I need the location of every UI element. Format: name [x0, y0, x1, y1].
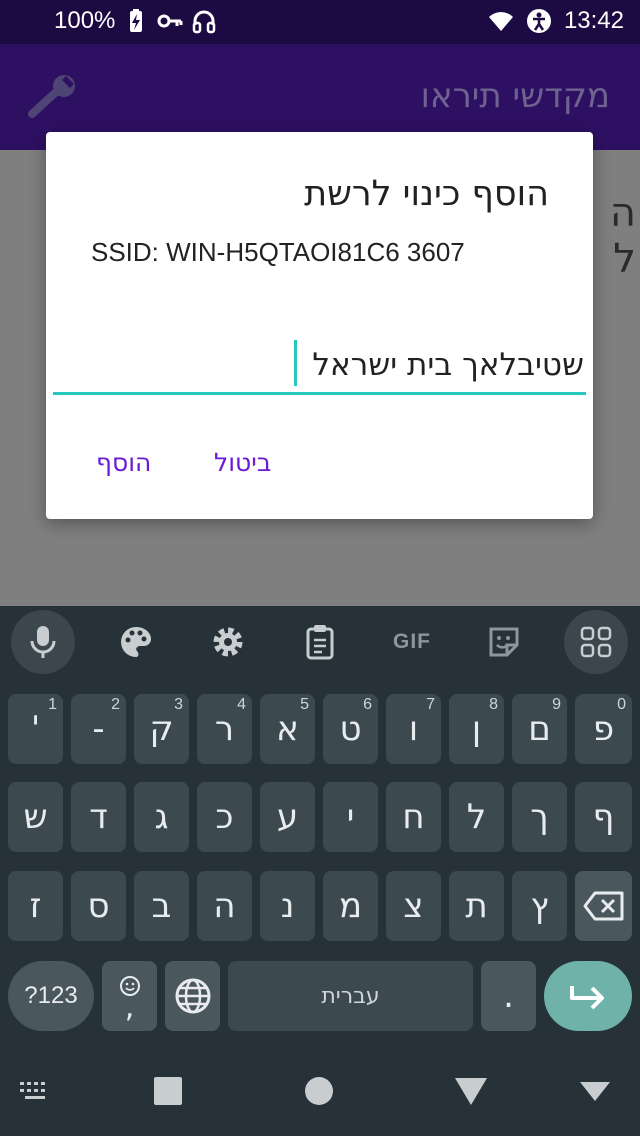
key[interactable]: -2 — [71, 694, 126, 764]
gif-icon[interactable]: GIF — [380, 610, 444, 674]
key[interactable]: ו7 — [386, 694, 441, 764]
background-text-2: ל — [613, 236, 636, 282]
key[interactable]: ל — [449, 782, 504, 852]
key[interactable]: ק3 — [134, 694, 189, 764]
key[interactable]: צ — [386, 871, 441, 941]
numbers-key[interactable]: ?123 — [8, 961, 94, 1031]
add-button[interactable]: הוסף — [96, 448, 151, 477]
space-key[interactable]: עברית — [228, 961, 473, 1031]
key[interactable]: א5 — [260, 694, 315, 764]
key[interactable]: ד — [71, 782, 126, 852]
key[interactable]: ז — [8, 871, 63, 941]
wifi-icon — [488, 12, 513, 32]
enter-key[interactable] — [544, 961, 632, 1031]
backspace-icon — [583, 891, 623, 921]
apps-grid-icon[interactable] — [564, 610, 628, 674]
back-triangle-icon[interactable] — [451, 1073, 491, 1109]
hide-keyboard-icon[interactable] — [575, 1073, 615, 1109]
status-right: 13:42 — [488, 7, 624, 35]
key[interactable]: פ0 — [575, 694, 632, 764]
alias-input[interactable] — [53, 337, 586, 395]
key[interactable]: ש — [8, 782, 63, 852]
navigation-bar — [0, 1046, 640, 1136]
keyboard-toolbar: GIF — [0, 606, 640, 680]
wrench-icon[interactable] — [26, 74, 82, 120]
vpn-key-icon — [157, 14, 183, 28]
keyboard-switch-icon[interactable] — [15, 1073, 55, 1109]
key[interactable]: ת — [449, 871, 504, 941]
dialog-title: הוסף כינוי לרשת — [304, 174, 549, 214]
comma-label: , — [124, 990, 135, 1025]
app-title: מקדשי תיראו — [420, 76, 610, 116]
battery-charging-icon — [130, 9, 143, 32]
globe-icon — [175, 978, 210, 1014]
key[interactable]: ך — [512, 782, 567, 852]
key[interactable]: ס — [71, 871, 126, 941]
accessibility-icon — [526, 9, 551, 33]
key[interactable]: ם9 — [512, 694, 567, 764]
text-cursor — [294, 340, 297, 386]
key[interactable]: ר4 — [197, 694, 252, 764]
ssid-label: SSID: WIN-H5QTAOI81C6 3607 — [91, 237, 465, 267]
palette-icon[interactable] — [104, 610, 168, 674]
backspace-key[interactable] — [575, 871, 632, 941]
period-key[interactable]: . — [481, 961, 536, 1031]
cancel-button[interactable]: ביטול — [214, 448, 271, 477]
key[interactable]: כ — [197, 782, 252, 852]
key[interactable]: ג — [134, 782, 189, 852]
key[interactable]: ח — [386, 782, 441, 852]
sticker-icon[interactable] — [472, 610, 536, 674]
status-bar: 100% 13:42 — [0, 0, 640, 44]
home-circle-icon[interactable] — [299, 1073, 339, 1109]
key[interactable]: י — [323, 782, 378, 852]
gear-icon[interactable] — [196, 610, 260, 674]
key[interactable]: נ — [260, 871, 315, 941]
mic-icon[interactable] — [11, 610, 75, 674]
emoji-comma-key[interactable]: , — [102, 961, 157, 1031]
key[interactable]: מ — [323, 871, 378, 941]
key[interactable]: ב — [134, 871, 189, 941]
key[interactable]: ץ — [512, 871, 567, 941]
key[interactable]: ף — [575, 782, 632, 852]
battery-percentage: 100% — [54, 7, 116, 34]
keyboard: GIF ' 1 -2 ק3 ר4 א5 ט6 ו7 ן8 ם9 פ0 ש ד ג … — [0, 606, 640, 1046]
enter-arrow-icon — [570, 986, 604, 1010]
status-left: 100% — [54, 7, 217, 35]
clock: 13:42 — [563, 7, 624, 34]
key[interactable]: ט6 — [323, 694, 378, 764]
add-network-alias-dialog: הוסף כינוי לרשת SSID: WIN-H5QTAOI81C6 36… — [46, 132, 593, 519]
key[interactable]: ע — [260, 782, 315, 852]
background-text-1: ה — [609, 190, 636, 236]
key[interactable]: ה — [197, 871, 252, 941]
headset-icon — [193, 10, 216, 34]
language-key[interactable] — [165, 961, 220, 1031]
gif-label: GIF — [393, 630, 431, 653]
key[interactable]: ן8 — [449, 694, 504, 764]
clipboard-icon[interactable] — [288, 610, 352, 674]
key[interactable]: ' 1 — [8, 694, 63, 764]
recents-square-icon[interactable] — [148, 1073, 188, 1109]
